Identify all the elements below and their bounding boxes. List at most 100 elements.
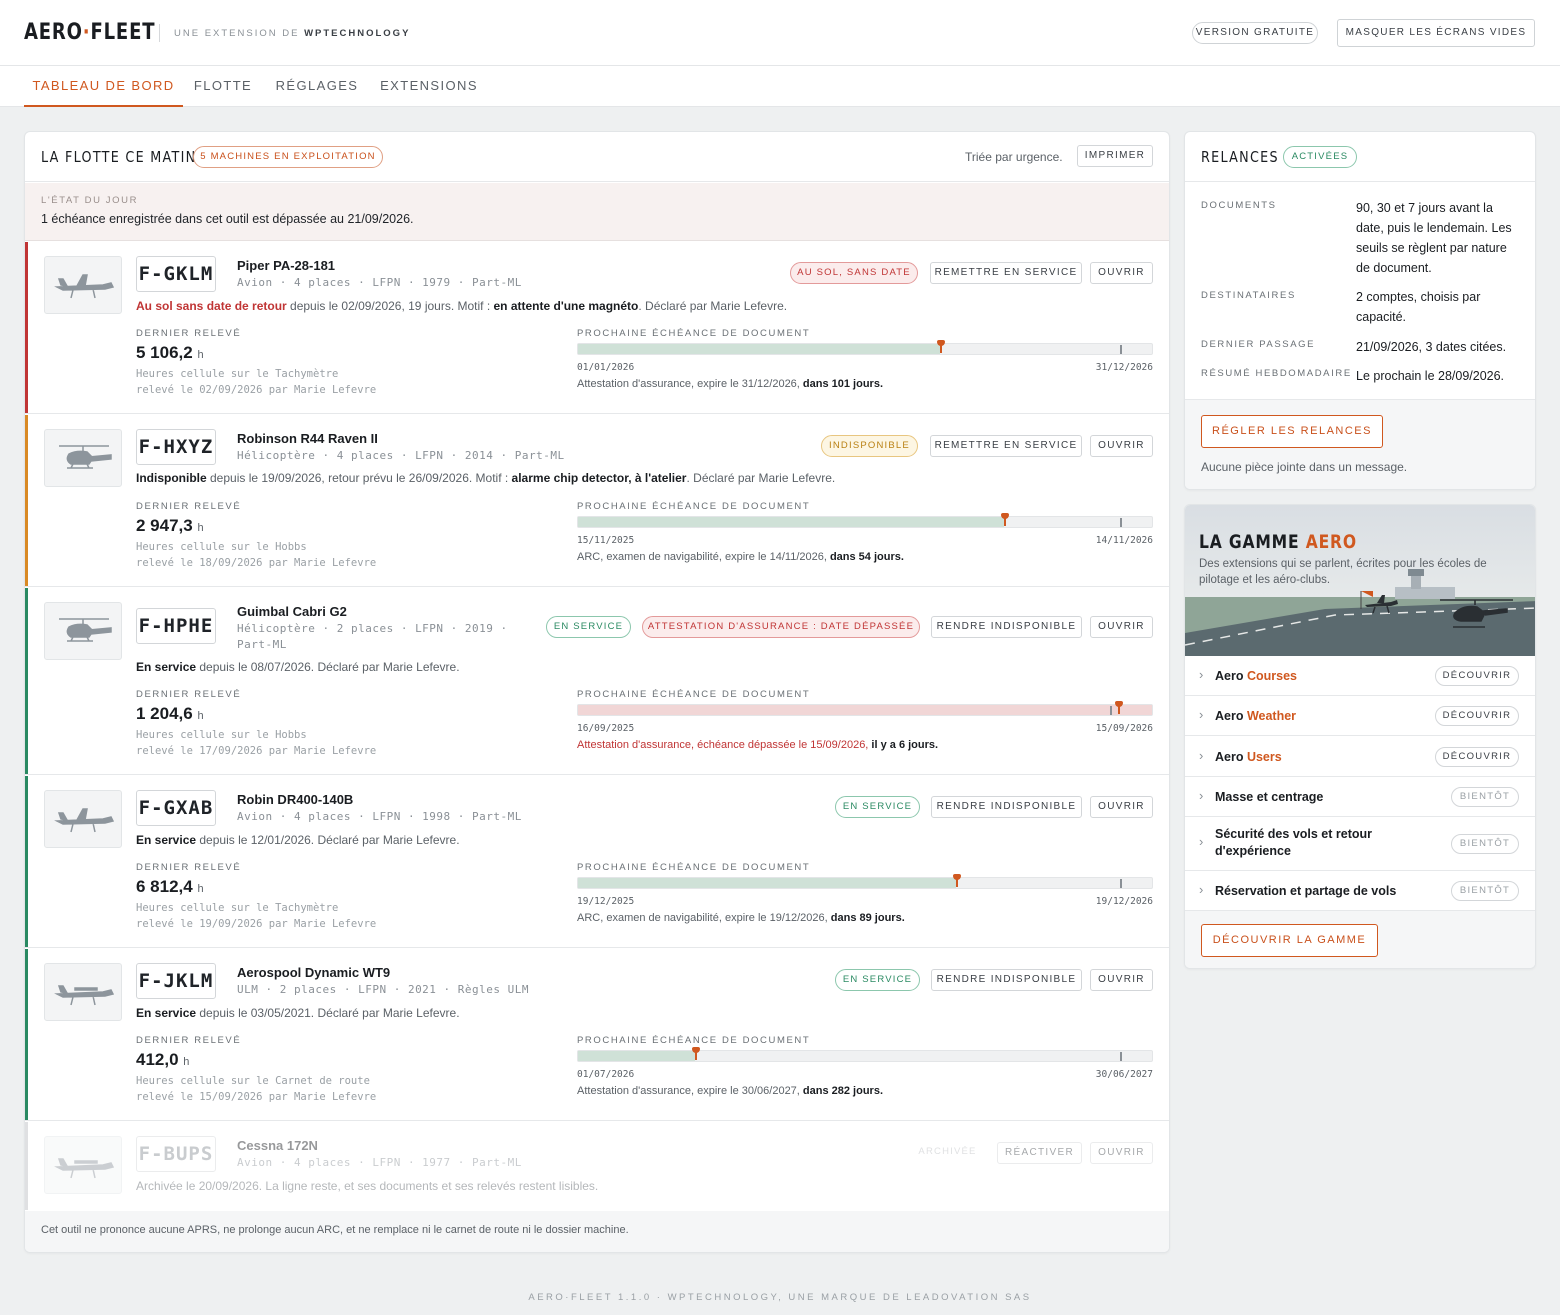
aircraft-thumbnail (44, 429, 122, 487)
open-button[interactable]: OUVRIR (1090, 796, 1153, 818)
reminders-label: DOCUMENTS (1201, 200, 1277, 211)
range-item-booking[interactable]: › Réservation et partage de vols BIENTÔT (1185, 871, 1535, 911)
registration[interactable]: F-GXAB (136, 790, 216, 826)
return-to-service-button[interactable]: REMETTRE EN SERVICE (930, 435, 1082, 457)
registration[interactable]: F-HXYZ (136, 429, 216, 465)
expiry-marker (1120, 1052, 1122, 1061)
range-item-courses[interactable]: › Aero Courses DÉCOUVRIR (1185, 656, 1535, 696)
machines-count-badge: 5 MACHINES EN EXPLOITATION (193, 146, 383, 168)
tagline: UNE EXTENSION DE WPTECHNOLOGY (174, 28, 411, 39)
fleet-card: LA FLOTTE CE MATIN 5 MACHINES EN EXPLOIT… (24, 131, 1170, 1253)
aircraft-row: F-GKLM Piper PA-28-181 Avion · 4 places … (25, 242, 1169, 414)
aircraft-meta: Avion · 4 places · LFPN · 1998 · Part-ML (237, 810, 522, 823)
range-item-flight-safety[interactable]: › Sécurité des vols et retour d'expérien… (1185, 817, 1535, 871)
next-doc-label: PROCHAINE ÉCHÉANCE DE DOCUMENT (577, 1035, 811, 1046)
range-item-mass-balance[interactable]: › Masse et centrage BIENTÔT (1185, 777, 1535, 817)
return-to-service-button[interactable]: REMETTRE EN SERVICE (930, 262, 1082, 284)
registration[interactable]: F-HPHE (136, 608, 216, 644)
open-button[interactable]: OUVRIR (1090, 262, 1153, 284)
status-stripe (25, 242, 28, 413)
fleet-header: LA FLOTTE CE MATIN 5 MACHINES EN EXPLOIT… (25, 132, 1169, 182)
last-reading-label: DERNIER RELEVÉ (136, 1035, 242, 1046)
open-button[interactable]: OUVRIR (1090, 969, 1153, 991)
tab-dashboard[interactable]: TABLEAU DE BORD (24, 66, 183, 107)
discover-button[interactable]: DÉCOUVRIR (1435, 666, 1519, 686)
make-unavailable-button[interactable]: RENDRE INDISPONIBLE (931, 616, 1082, 638)
status-stripe (25, 1122, 28, 1210)
free-version-button[interactable]: VERSION GRATUITE (1192, 22, 1318, 44)
doc-progress-fill (578, 344, 940, 354)
aircraft-model: Aerospool Dynamic WT9 (237, 965, 391, 980)
aero-range-card: LA GAMME AERO Des extensions qui se parl… (1184, 504, 1536, 969)
range-item-name: Aero Weather (1215, 709, 1297, 723)
top-bar: AERO·FLEET UNE EXTENSION DE WPTECHNOLOGY… (0, 0, 1560, 66)
expiry-marker (1110, 706, 1112, 715)
doc-progress-bar (577, 1047, 1153, 1062)
today-marker (953, 874, 961, 887)
status-badge: EN SERVICE (835, 796, 920, 818)
chevron-right-icon: › (1199, 882, 1204, 897)
print-button[interactable]: IMPRIMER (1077, 145, 1153, 167)
reactivate-button[interactable]: RÉACTIVER (997, 1142, 1082, 1164)
next-doc-label: PROCHAINE ÉCHÉANCE DE DOCUMENT (577, 862, 811, 873)
hours-value: 5 106,2 h (136, 343, 204, 362)
aircraft-thumbnail (44, 790, 122, 848)
hide-empty-screens-button[interactable]: MASQUER LES ÉCRANS VIDES (1337, 19, 1535, 47)
make-unavailable-button[interactable]: RENDRE INDISPONIBLE (931, 796, 1082, 818)
last-reading-label: DERNIER RELEVÉ (136, 501, 242, 512)
hours-value: 6 812,4 h (136, 877, 204, 896)
status-stripe (25, 776, 28, 947)
hours-source: Heures cellule sur le Hobbs relevé le 18/… (136, 541, 377, 569)
airplane-icon (54, 1158, 115, 1179)
chevron-right-icon: › (1199, 748, 1204, 763)
discover-button[interactable]: DÉCOUVRIR (1435, 747, 1519, 767)
aircraft-model: Guimbal Cabri G2 (237, 604, 347, 619)
open-button[interactable]: OUVRIR (1090, 1142, 1153, 1164)
make-unavailable-button[interactable]: RENDRE INDISPONIBLE (931, 969, 1082, 991)
discover-range-button[interactable]: DÉCOUVRIR LA GAMME (1201, 924, 1378, 957)
status-badge: EN SERVICE (546, 616, 631, 638)
doc-progress-fill (578, 1051, 695, 1061)
helicopter-icon (59, 445, 112, 469)
tab-fleet[interactable]: FLOTTE (183, 66, 263, 107)
configure-reminders-button[interactable]: RÉGLER LES RELANCES (1201, 415, 1383, 448)
reminders-value: 2 comptes, choisis par capacité. (1356, 290, 1481, 324)
today-marker (937, 340, 945, 353)
doc-dates: 15/11/2025 14/11/2026 (577, 535, 1153, 546)
ultralight-icon (54, 985, 115, 1006)
reminders-label: DERNIER PASSAGE (1201, 339, 1316, 350)
chevron-right-icon: › (1199, 834, 1204, 849)
registration[interactable]: F-JKLM (136, 963, 216, 999)
status-badge: INDISPONIBLE (821, 435, 918, 457)
open-button[interactable]: OUVRIR (1090, 435, 1153, 457)
tab-extensions[interactable]: EXTENSIONS (371, 66, 487, 107)
open-button[interactable]: OUVRIR (1090, 616, 1153, 638)
expiry-marker (1120, 879, 1122, 888)
discover-button[interactable]: DÉCOUVRIR (1435, 706, 1519, 726)
daily-state-text: 1 échéance enregistrée dans cet outil es… (41, 212, 414, 226)
doc-dates: 19/12/2025 19/12/2026 (577, 896, 1153, 907)
hours-value: 412,0 h (136, 1050, 190, 1069)
expiry-marker (1120, 345, 1122, 354)
range-description: Des extensions qui se parlent, écrites p… (1199, 558, 1487, 586)
aircraft-model: Robin DR400-140B (237, 792, 354, 807)
helicopter-icon (59, 618, 112, 642)
app-logo[interactable]: AERO·FLEET (24, 20, 155, 45)
registration[interactable]: F-BUPS (136, 1136, 216, 1172)
status-line: En service depuis le 12/01/2026. Déclaré… (136, 833, 460, 847)
sort-note: Triée par urgence. (965, 150, 1063, 164)
tab-settings[interactable]: RÉGLAGES (265, 66, 369, 107)
registration[interactable]: F-GKLM (136, 256, 216, 292)
range-item-name: Réservation et partage de vols (1215, 884, 1397, 898)
doc-summary: ARC, examen de navigabilité, expire le 1… (577, 912, 905, 924)
range-item-name: Aero Courses (1215, 669, 1297, 683)
range-item-weather[interactable]: › Aero Weather DÉCOUVRIR (1185, 696, 1535, 736)
aircraft-thumbnail (44, 256, 122, 314)
status-line: Indisponible depuis le 19/09/2026, retou… (136, 471, 836, 485)
range-item-users[interactable]: › Aero Users DÉCOUVRIR (1185, 736, 1535, 777)
doc-summary: Attestation d'assurance, échéance dépass… (577, 739, 939, 751)
doc-progress-bar (577, 874, 1153, 889)
fleet-title: LA FLOTTE CE MATIN (41, 148, 197, 166)
aircraft-meta: ULM · 2 places · LFPN · 2021 · Règles UL… (237, 983, 530, 996)
status-line: En service depuis le 03/05/2021. Déclaré… (136, 1006, 460, 1020)
